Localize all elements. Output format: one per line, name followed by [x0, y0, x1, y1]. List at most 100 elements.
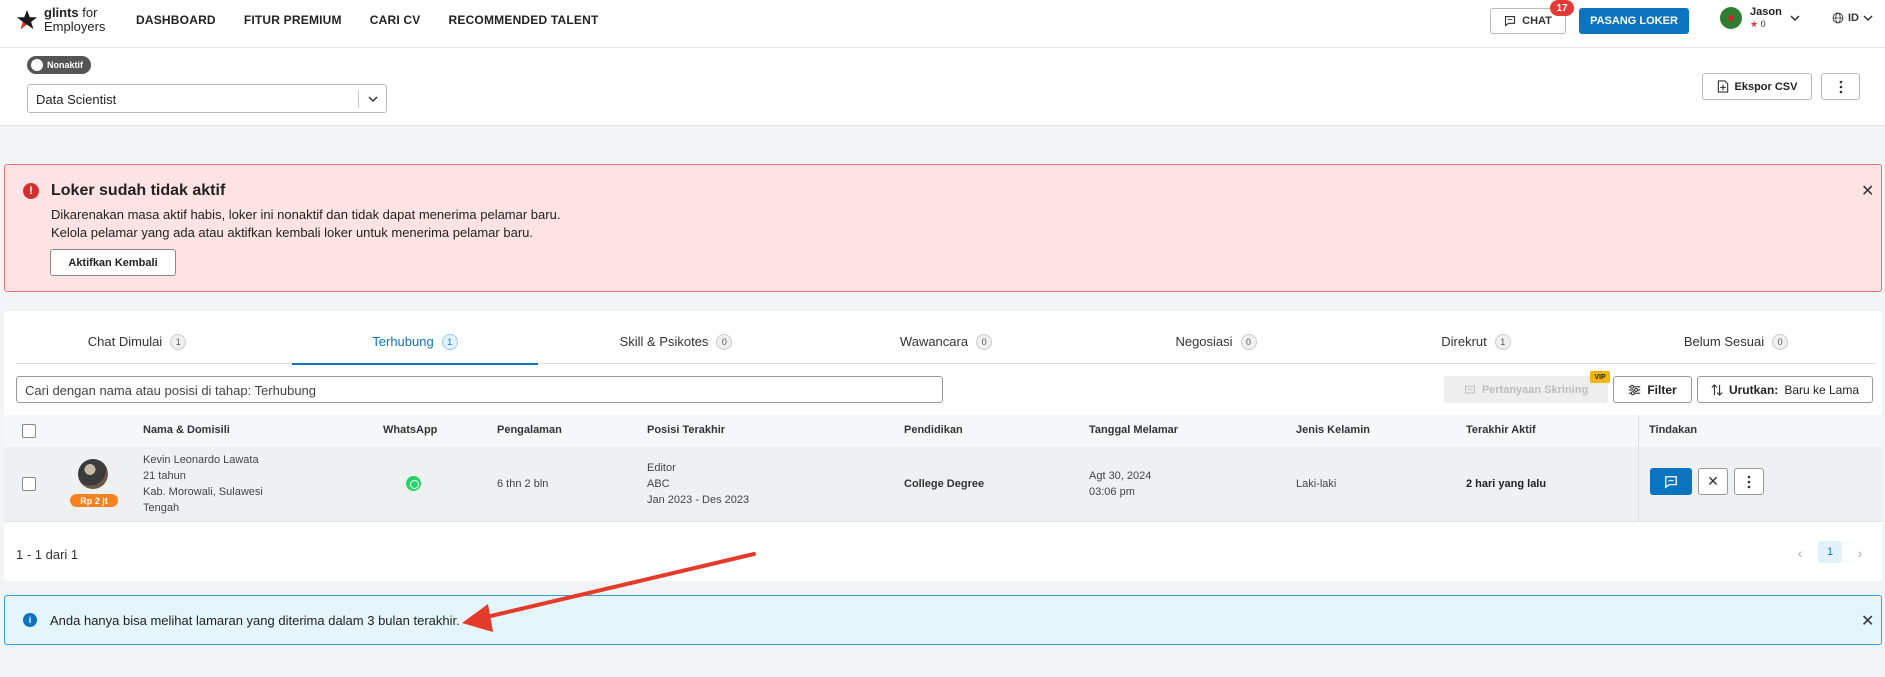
tab-count: 0	[716, 333, 733, 350]
select-all-checkbox[interactable]	[22, 424, 36, 438]
page-number[interactable]: 1	[1818, 541, 1842, 563]
tab-terhubung[interactable]: Terhubung 1	[292, 319, 538, 365]
reactivate-button[interactable]: Aktifkan Kembali	[50, 249, 176, 276]
tab-count: 1	[170, 333, 187, 350]
table-header: Nama & Domisili WhatsApp Pengalaman Posi…	[4, 415, 1882, 447]
nav-fitur-premium[interactable]: FITUR PREMIUM	[244, 13, 342, 27]
select-divider	[358, 90, 359, 108]
tab-label: Terhubung	[372, 334, 434, 349]
whatsapp-icon[interactable]	[406, 476, 421, 491]
tab-count: 1	[441, 333, 458, 350]
position-title: Editor	[647, 462, 676, 474]
tab-label: Belum Sesuai	[1683, 334, 1765, 349]
language-switcher[interactable]: ID	[1832, 12, 1873, 24]
error-icon: !	[23, 183, 39, 199]
chevron-down-icon	[1790, 15, 1800, 22]
export-csv-button[interactable]: Ekspor CSV	[1702, 73, 1812, 100]
th-whatsapp: WhatsApp	[383, 424, 438, 436]
chevron-down-icon	[1863, 15, 1873, 22]
candidate-applied: Agt 30, 2024 03:06 pm	[1089, 468, 1151, 500]
actions-column-divider	[1638, 415, 1882, 522]
chevron-left-icon[interactable]: ‹	[1792, 543, 1808, 563]
star-logo-icon	[16, 9, 38, 30]
close-icon[interactable]: ✕	[1861, 611, 1874, 631]
applicants-card: Chat Dimulai 1 Terhubung 1 Skill & Psiko…	[4, 311, 1882, 581]
tab-negosiasi[interactable]: Negosiasi 0	[1096, 319, 1336, 364]
row-checkbox[interactable]	[22, 477, 36, 491]
salary-badge: Rp 2 jt	[70, 494, 118, 507]
candidate-location-2: Tengah	[143, 502, 180, 514]
search-input[interactable]: Cari dengan nama atau posisi di tahap: T…	[16, 376, 943, 403]
applied-date: Agt 30, 2024	[1089, 470, 1152, 482]
candidate-name[interactable]: Kevin Leonardo Lawata	[143, 452, 263, 468]
chat-unread-badge: 17	[1550, 0, 1574, 16]
glints-logo[interactable]: glints for Employers	[16, 6, 105, 34]
job-status-toggle[interactable]: Nonaktif	[27, 56, 91, 74]
star-icon: ★	[1750, 19, 1759, 29]
tab-label: Wawancara	[899, 334, 969, 349]
screening-icon	[1464, 385, 1475, 393]
th-applied-date[interactable]: Tanggal Melamar	[1089, 424, 1178, 436]
tab-label: Negosiasi	[1175, 334, 1233, 349]
job-select-value: Data Scientist	[36, 92, 117, 107]
candidate-experience: 6 thn 2 bln	[497, 478, 549, 490]
sort-dropdown[interactable]: Urutkan: Baru ke Lama	[1697, 376, 1873, 403]
tab-count: 0	[976, 333, 993, 350]
th-last-position[interactable]: Posisi Terakhir	[647, 424, 725, 436]
table-row[interactable]: Rp 2 jt Kevin Leonardo Lawata 21 tahun K…	[4, 447, 1882, 522]
tab-count: 0	[1240, 333, 1257, 350]
vertical-dots-icon	[1839, 80, 1842, 93]
tab-wawancara[interactable]: Wawancara 0	[826, 319, 1066, 364]
globe-icon	[1832, 12, 1844, 24]
th-education[interactable]: Pendidikan	[904, 424, 963, 436]
candidate-info[interactable]: Kevin Leonardo Lawata 21 tahun Kab. Moro…	[143, 452, 263, 516]
chevron-down-icon	[368, 96, 378, 103]
filter-button[interactable]: Filter	[1613, 376, 1692, 403]
tab-label: Skill & Psikotes	[619, 334, 709, 349]
candidate-location-1: Kab. Morowali, Sulawesi	[143, 486, 263, 498]
alert-title: Loker sudah tidak aktif	[51, 182, 226, 199]
info-alert: i Anda hanya bisa melihat lamaran yang d…	[4, 595, 1882, 645]
th-name[interactable]: Nama & Domisili	[143, 424, 230, 436]
tab-count: 1	[1494, 333, 1511, 350]
logo-suffix: for	[82, 5, 98, 20]
sort-value: Baru ke Lama	[1784, 382, 1860, 397]
more-options-button[interactable]	[1821, 73, 1860, 100]
position-period: Jan 2023 - Des 2023	[647, 494, 750, 506]
nav-dashboard[interactable]: DASHBOARD	[136, 13, 216, 27]
info-alert-text: Anda hanya bisa melihat lamaran yang dit…	[50, 613, 460, 628]
job-select[interactable]: Data Scientist	[27, 84, 387, 113]
pagination-range: 1 - 1 dari 1	[16, 547, 79, 562]
vip-badge: VIP	[1590, 371, 1610, 383]
sort-icon	[1711, 383, 1723, 396]
chat-label: CHAT	[1522, 15, 1552, 27]
user-menu[interactable]: Jason ★ 0	[1720, 6, 1800, 30]
alert-message-line1: Dikarenakan masa aktif habis, loker ini …	[51, 207, 561, 222]
screening-questions-button[interactable]: Pertanyaan Skrining	[1444, 376, 1608, 403]
user-stars: 0	[1760, 19, 1766, 29]
tab-belum-sesuai[interactable]: Belum Sesuai 0	[1616, 319, 1856, 364]
th-experience[interactable]: Pengalaman	[497, 424, 562, 436]
th-gender[interactable]: Jenis Kelamin	[1296, 424, 1370, 436]
tab-label: Direkrut	[1441, 334, 1487, 349]
sort-prefix: Urutkan:	[1728, 382, 1779, 397]
logo-employers: Employers	[44, 19, 106, 34]
th-last-active[interactable]: Terakhir Aktif	[1466, 424, 1536, 436]
close-icon[interactable]: ✕	[1861, 181, 1874, 201]
applied-time: 03:06 pm	[1089, 486, 1135, 498]
file-export-icon	[1717, 80, 1728, 93]
tab-direkrut[interactable]: Direkrut 1	[1356, 319, 1596, 364]
post-job-button[interactable]: PASANG LOKER	[1579, 8, 1689, 34]
tab-label: Chat Dimulai	[87, 334, 163, 349]
nav-recommended-talent[interactable]: RECOMMENDED TALENT	[449, 13, 599, 27]
screening-label: Pertanyaan Skrining	[1481, 383, 1589, 396]
alert-message-line2: Kelola pelamar yang ada atau aktifkan ke…	[51, 225, 533, 240]
info-icon: i	[23, 613, 37, 627]
top-navbar: glints for Employers DASHBOARD FITUR PRE…	[0, 0, 1885, 48]
tab-skill-psikotes[interactable]: Skill & Psikotes 0	[556, 319, 796, 364]
chat-icon	[1505, 15, 1516, 27]
tab-chat-dimulai[interactable]: Chat Dimulai 1	[16, 319, 258, 364]
candidate-avatar[interactable]	[78, 459, 108, 489]
chevron-right-icon[interactable]: ›	[1852, 543, 1868, 563]
nav-cari-cv[interactable]: CARI CV	[370, 13, 421, 27]
